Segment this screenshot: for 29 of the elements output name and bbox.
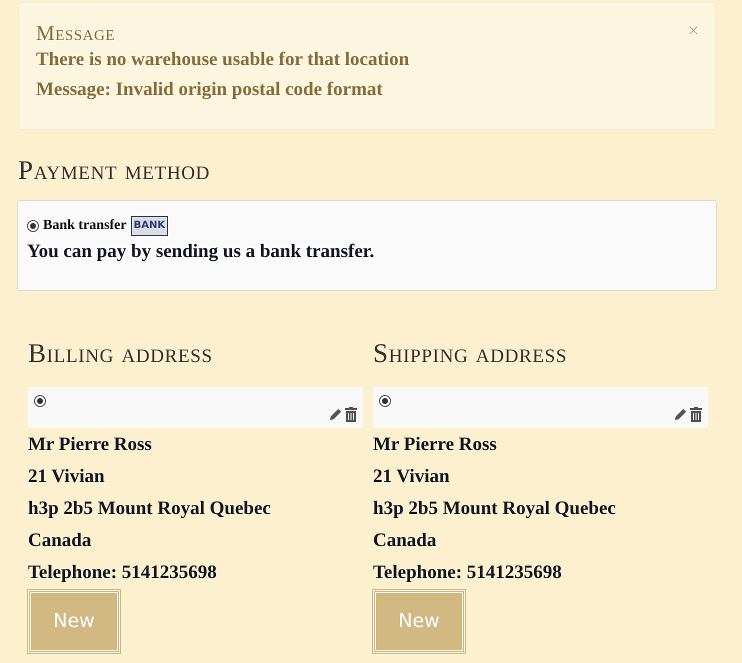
option-description: You can pay by sending us a bank transfer. bbox=[27, 240, 376, 264]
address-line: Canada bbox=[373, 529, 436, 553]
radio-button[interactable] bbox=[27, 220, 39, 232]
address-line: Telephone: 5141235698 bbox=[28, 561, 217, 585]
address-line: 21 Vivian bbox=[28, 465, 105, 489]
trash-icon[interactable] bbox=[690, 407, 702, 422]
address-line: Mr Pierre Ross bbox=[28, 433, 152, 457]
address-line: Mr Pierre Ross bbox=[373, 433, 497, 457]
address-line: Telephone: 5141235698 bbox=[373, 561, 562, 585]
new-button[interactable]: New bbox=[28, 590, 120, 653]
bank-logo: BANK bbox=[130, 216, 168, 236]
section-heading: Shipping address bbox=[373, 337, 568, 369]
radio-button[interactable] bbox=[34, 395, 46, 407]
pencil-icon[interactable] bbox=[673, 407, 688, 422]
address-line: h3p 2b5 Mount Royal Quebec bbox=[28, 497, 271, 521]
pencil-icon[interactable] bbox=[328, 407, 343, 422]
option-label[interactable]: Bank transfer bbox=[43, 215, 127, 236]
address-line: Canada bbox=[28, 529, 92, 553]
message-title: Message bbox=[36, 20, 116, 46]
trash-icon[interactable] bbox=[345, 407, 357, 422]
message-text: There is no warehouse usable for that location bbox=[36, 48, 410, 72]
section-heading: Billing address bbox=[28, 337, 213, 369]
new-button[interactable]: New bbox=[373, 590, 465, 653]
address-line: 21 Vivian bbox=[373, 465, 450, 489]
address-line: h3p 2b5 Mount Royal Quebec bbox=[373, 497, 616, 521]
radio-button[interactable] bbox=[379, 395, 391, 407]
message-text: Message: Invalid origin postal code format bbox=[36, 78, 384, 102]
section-heading: Payment method bbox=[18, 154, 210, 186]
close-button[interactable]: × bbox=[688, 21, 699, 41]
